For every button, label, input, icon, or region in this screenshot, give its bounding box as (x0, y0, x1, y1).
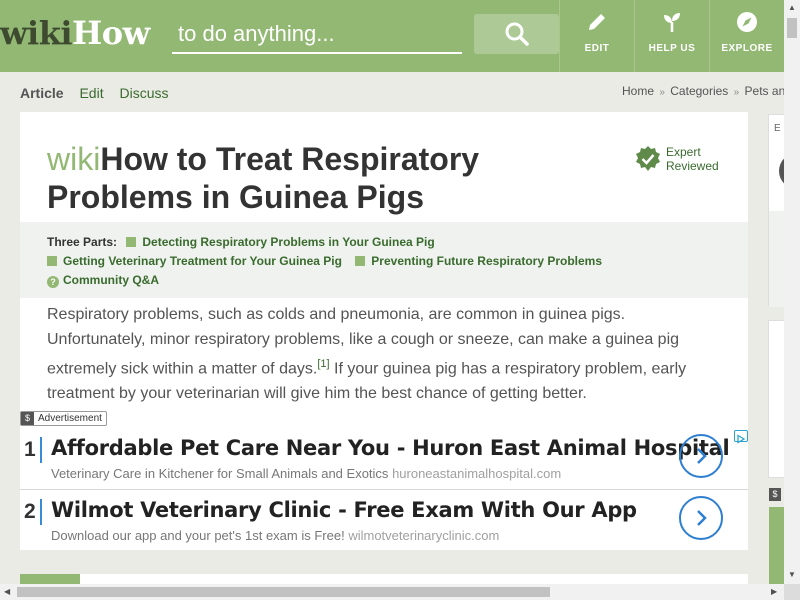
tab-discuss[interactable]: Discuss (119, 85, 168, 101)
ad-number: 1 (24, 438, 36, 461)
advertisement-label: $ Advertisement (20, 411, 107, 426)
ad-divider (40, 499, 42, 525)
chevron-right-icon (697, 448, 707, 464)
top-header: wikiHow EDIT HELP US EXPLORE (0, 0, 784, 72)
pencil-icon (589, 14, 605, 30)
sidebar-box (768, 320, 784, 478)
breadcrumb-home[interactable]: Home (622, 84, 654, 98)
article-tabs: Article Edit Discuss (20, 85, 181, 101)
breadcrumb: Home » Categories » Pets and (622, 84, 784, 98)
breadcrumb-pets[interactable]: Pets and (745, 84, 784, 98)
scroll-right-arrow-icon[interactable]: ▶ (771, 587, 777, 596)
badge-line1: Expert (666, 145, 701, 159)
logo-wiki-text: wiki (0, 14, 73, 52)
dollar-icon: $ (769, 488, 781, 501)
advertisement-label-text: Advertisement (38, 413, 102, 424)
part-square-icon (47, 256, 57, 266)
breadcrumb-separator: » (659, 87, 665, 98)
part-link-2[interactable]: Getting Veterinary Treatment for Your Gu… (47, 254, 342, 268)
breadcrumb-categories[interactable]: Categories (670, 84, 728, 98)
nav-edit[interactable]: EDIT (559, 0, 634, 72)
nav-help-us-label: HELP US (648, 43, 696, 54)
breadcrumb-separator: » (733, 87, 740, 98)
search-input[interactable] (172, 16, 462, 52)
part-link-1[interactable]: Detecting Respiratory Problems in Your G… (126, 235, 435, 249)
badge-line2: Reviewed (666, 159, 719, 173)
community-qa-link[interactable]: ? Community Q&A (47, 273, 159, 288)
dollar-icon: $ (21, 412, 34, 425)
ad-url[interactable]: huroneastanimalhospital.com (392, 466, 561, 481)
sidebar-pale-area (769, 211, 785, 307)
ad-description-text: Download our app and your pet's 1st exam… (51, 528, 345, 543)
parts-toc: Three Parts: Detecting Respiratory Probl… (20, 222, 748, 298)
search-button[interactable] (474, 14, 559, 54)
tab-article[interactable]: Article (20, 85, 64, 101)
compass-icon (737, 12, 757, 32)
tab-edit[interactable]: Edit (79, 85, 103, 101)
sidebar-ad: $ (768, 488, 784, 584)
chevron-right-icon (697, 510, 707, 526)
expert-reviewed-text: Expert Reviewed (666, 145, 719, 173)
sprout-icon (664, 13, 680, 32)
part-square-icon (126, 237, 137, 247)
title-wiki-prefix: wiki (47, 141, 101, 177)
search-icon (505, 22, 529, 46)
scrollbar-corner (784, 584, 800, 600)
horizontal-scroll-thumb[interactable] (17, 587, 550, 597)
sidebar-letter: E (774, 123, 781, 134)
part-link-2-text: Getting Veterinary Treatment for Your Gu… (63, 254, 342, 268)
page-title: wikiHow to Treat Respiratory Problems in… (47, 140, 587, 216)
ad-number: 2 (24, 500, 36, 523)
ad-divider (40, 437, 42, 463)
community-qa-text: Community Q&A (63, 273, 159, 287)
vertical-scroll-thumb[interactable] (787, 18, 797, 38)
question-icon: ? (47, 276, 59, 288)
ad-description-text: Veterinary Care in Kitchener for Small A… (51, 466, 389, 481)
search-field-wrapper (172, 16, 462, 54)
nav-help-us[interactable]: HELP US (634, 0, 709, 72)
vertical-scrollbar[interactable]: ▲ ▼ (784, 0, 800, 584)
scroll-up-arrow-icon[interactable]: ▲ (788, 3, 796, 12)
reference-link[interactable]: [1] (317, 358, 329, 370)
nav-explore-label: EXPLORE (721, 43, 773, 54)
scroll-down-arrow-icon[interactable]: ▼ (788, 570, 796, 579)
sidebar-ad-banner[interactable] (769, 507, 784, 584)
part-link-3[interactable]: Preventing Future Respiratory Problems (355, 254, 602, 268)
wikihow-logo[interactable]: wikiHow (0, 14, 150, 52)
article-card: wikiHow to Treat Respiratory Problems in… (20, 112, 748, 550)
ad-description: Download our app and your pet's 1st exam… (51, 528, 499, 543)
intro-paragraph: Respiratory problems, such as colds and … (47, 302, 707, 406)
part-link-3-text: Preventing Future Respiratory Problems (371, 254, 603, 268)
part-link-1-text: Detecting Respiratory Problems in Your G… (142, 235, 435, 249)
nav-explore[interactable]: EXPLORE (709, 0, 784, 72)
ad-go-button[interactable] (679, 496, 723, 540)
ad-go-button[interactable] (679, 434, 723, 478)
ad-headline-link[interactable]: Wilmot Veterinary Clinic - Free Exam Wit… (51, 498, 637, 522)
checkmark-seal-icon (636, 146, 660, 171)
ad-description: Veterinary Care in Kitchener for Small A… (51, 466, 561, 481)
ad-headline-link[interactable]: Affordable Pet Care Near You - Huron Eas… (51, 436, 730, 460)
ad-result-2[interactable]: 2 Wilmot Veterinary Clinic - Free Exam W… (20, 489, 748, 549)
sidebar-expert-box: E (768, 114, 799, 307)
ad-url[interactable]: wilmotveterinaryclinic.com (348, 528, 499, 543)
expert-reviewed-badge[interactable]: Expert Reviewed (634, 145, 719, 173)
scroll-left-arrow-icon[interactable]: ◀ (4, 587, 10, 596)
parts-heading: Three Parts: (47, 235, 118, 249)
logo-how-text: How (72, 14, 150, 52)
part-square-icon (355, 256, 366, 266)
horizontal-scrollbar[interactable]: ◀ ▶ (0, 584, 784, 600)
ad-result-1[interactable]: 1 Affordable Pet Care Near You - Huron E… (20, 428, 748, 488)
title-text: How to Treat Respiratory Problems in Gui… (47, 141, 480, 215)
nav-edit-label: EDIT (584, 43, 610, 54)
